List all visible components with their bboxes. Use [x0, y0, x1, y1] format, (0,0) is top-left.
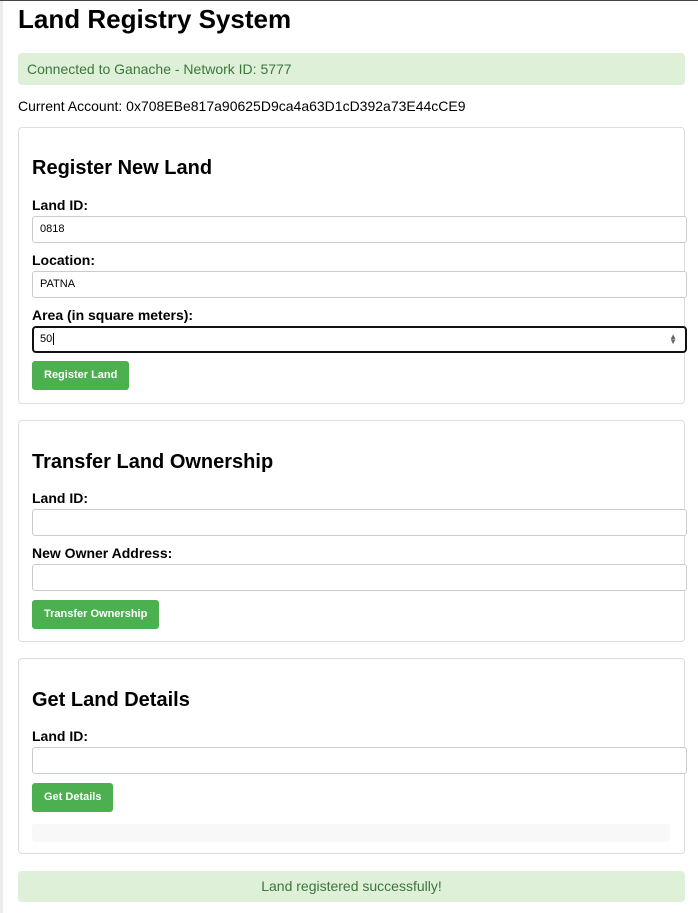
text-cursor: ​: [53, 333, 55, 345]
register-land-button[interactable]: Register Land: [32, 361, 130, 390]
land-id-label: Land ID:: [32, 197, 88, 213]
get-land-details-card: Get Land Details Land ID: Get Details: [18, 658, 687, 854]
status-message: Land registered successfully!: [18, 871, 685, 902]
transfer-land-id-input[interactable]: [32, 509, 687, 536]
transfer-ownership-button[interactable]: Transfer Ownership: [32, 600, 160, 629]
register-heading: Register New Land: [32, 157, 213, 179]
connection-status: Connected to Ganache - Network ID: 5777: [18, 53, 685, 85]
details-land-id-input[interactable]: [32, 747, 687, 774]
area-label: Area (in square meters):: [32, 307, 194, 323]
get-details-button[interactable]: Get Details: [32, 783, 114, 812]
location-input[interactable]: PATNA: [32, 271, 687, 298]
new-owner-label: New Owner Address:: [32, 545, 173, 561]
window-edge: [0, 1, 3, 913]
area-value: 50: [40, 333, 53, 345]
land-id-label: Land ID:: [32, 728, 88, 744]
location-label: Location:: [32, 252, 95, 268]
transfer-heading: Transfer Land Ownership: [32, 451, 274, 473]
spinner-arrows-icon[interactable]: ▲ ▼: [669, 333, 677, 346]
current-account: Current Account: 0x708EBe817a90625D9ca4a…: [18, 98, 466, 114]
register-land-id-input[interactable]: 0818: [32, 216, 687, 243]
area-input[interactable]: 50​ ▲▼: [32, 326, 687, 353]
register-land-card: Register New Land Land ID: 0818 Location…: [18, 127, 687, 404]
details-heading: Get Land Details: [32, 689, 190, 711]
page-title: Land Registry System: [18, 4, 292, 34]
transfer-ownership-card: Transfer Land Ownership Land ID: New Own…: [18, 420, 687, 642]
land-id-label: Land ID:: [32, 490, 88, 506]
new-owner-input[interactable]: [32, 564, 687, 591]
land-details-result: [32, 824, 670, 842]
